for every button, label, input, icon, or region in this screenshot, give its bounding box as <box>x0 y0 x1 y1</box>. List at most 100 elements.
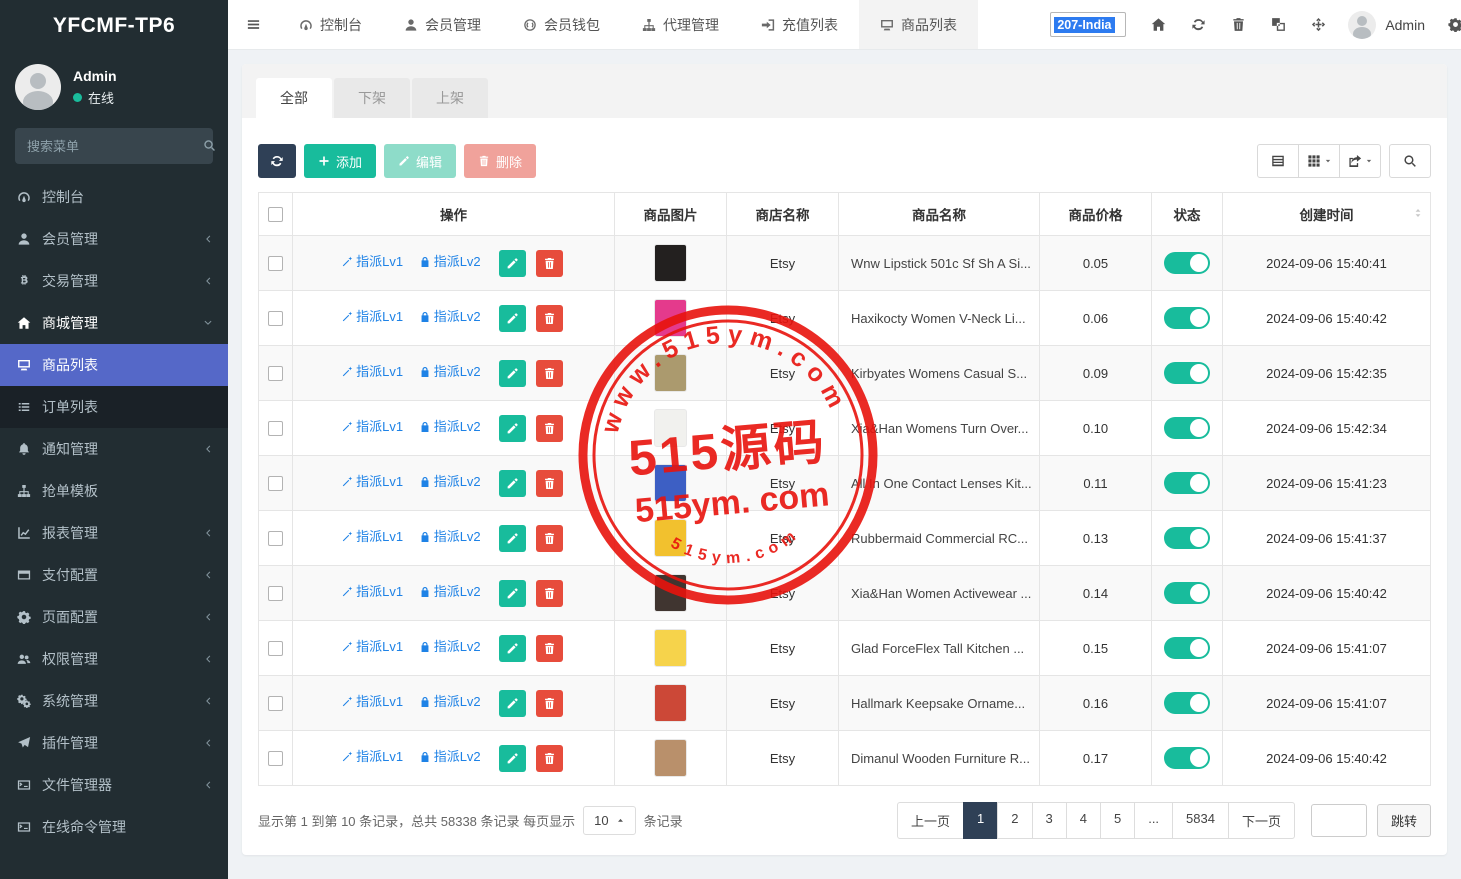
sort-icon[interactable] <box>1412 207 1424 221</box>
sidebar-item[interactable]: 支付配置 <box>0 554 228 596</box>
sidebar-item[interactable]: 在线命令管理 <box>0 806 228 848</box>
assign-lv2-link[interactable]: 指派Lv2 <box>419 749 481 764</box>
select-all-checkbox[interactable] <box>268 206 283 222</box>
page-button[interactable]: 3 <box>1031 802 1067 839</box>
jump-button[interactable]: 跳转 <box>1376 804 1431 837</box>
assign-lv2-link[interactable]: 指派Lv2 <box>419 309 481 324</box>
sidebar-item[interactable]: 文件管理器 <box>0 764 228 806</box>
sidebar-item[interactable]: 商城管理 <box>0 302 228 344</box>
columns-button[interactable] <box>1298 144 1340 178</box>
status-toggle[interactable] <box>1164 582 1210 604</box>
page-button[interactable]: ... <box>1134 802 1174 839</box>
row-delete-button[interactable] <box>535 689 563 717</box>
table-refresh-button[interactable] <box>258 144 296 178</box>
assign-lv1-link[interactable]: 指派Lv1 <box>341 529 403 544</box>
row-checkbox[interactable] <box>268 751 283 767</box>
row-edit-button[interactable] <box>499 359 527 387</box>
sidebar-item[interactable]: 通知管理 <box>0 428 228 470</box>
sidebar-item[interactable]: 交易管理 <box>0 260 228 302</box>
row-edit-button[interactable] <box>499 249 527 277</box>
assign-lv2-link[interactable]: 指派Lv2 <box>419 364 481 379</box>
row-delete-button[interactable] <box>535 304 563 332</box>
assign-lv2-link[interactable]: 指派Lv2 <box>419 529 481 544</box>
assign-lv1-link[interactable]: 指派Lv1 <box>341 584 403 599</box>
status-toggle[interactable] <box>1164 747 1210 769</box>
row-delete-button[interactable] <box>535 359 563 387</box>
fullscreen-button[interactable] <box>1298 0 1338 50</box>
sidebar-item[interactable]: 插件管理 <box>0 722 228 764</box>
detail-view-button[interactable] <box>1257 144 1299 178</box>
row-delete-button[interactable] <box>535 579 563 607</box>
row-delete-button[interactable] <box>535 469 563 497</box>
topbar-tab[interactable]: 控制台 <box>278 0 383 49</box>
row-delete-button[interactable] <box>535 524 563 552</box>
assign-lv2-link[interactable]: 指派Lv2 <box>419 254 481 269</box>
page-button[interactable]: 上一页 <box>897 802 965 839</box>
row-edit-button[interactable] <box>499 469 527 497</box>
assign-lv2-link[interactable]: 指派Lv2 <box>419 694 481 709</box>
assign-lv1-link[interactable]: 指派Lv1 <box>341 254 403 269</box>
assign-lv1-link[interactable]: 指派Lv1 <box>341 364 403 379</box>
menu-search-input[interactable] <box>27 138 203 154</box>
sidebar-item[interactable]: 订单列表 <box>0 386 228 428</box>
page-button[interactable]: 5 <box>1099 802 1136 839</box>
export-button[interactable] <box>1339 144 1381 178</box>
page-button[interactable]: 2 <box>997 802 1033 839</box>
clear-cache-button[interactable] <box>1218 0 1258 50</box>
row-checkbox[interactable] <box>268 311 283 327</box>
topbar-tab[interactable]: 商品列表 <box>859 0 978 49</box>
language-button[interactable] <box>1258 0 1298 50</box>
row-checkbox[interactable] <box>268 531 283 547</box>
page-button[interactable]: 下一页 <box>1227 802 1295 839</box>
row-edit-button[interactable] <box>499 524 527 552</box>
edit-button[interactable]: 编辑 <box>384 144 457 178</box>
row-edit-button[interactable] <box>499 744 527 772</box>
status-toggle[interactable] <box>1164 252 1210 274</box>
topbar-tab[interactable]: 会员管理 <box>383 0 502 49</box>
sidebar-item[interactable]: 控制台 <box>0 176 228 218</box>
row-checkbox[interactable] <box>268 366 283 382</box>
sidebar-item[interactable]: 页面配置 <box>0 596 228 638</box>
assign-lv2-link[interactable]: 指派Lv2 <box>419 584 481 599</box>
topbar-tab[interactable]: 代理管理 <box>621 0 740 49</box>
filter-tab[interactable]: 下架 <box>334 78 410 118</box>
row-checkbox[interactable] <box>268 476 283 492</box>
row-edit-button[interactable] <box>499 579 527 607</box>
sidebar-item[interactable]: 商品列表 <box>0 344 228 386</box>
status-toggle[interactable] <box>1164 307 1210 329</box>
row-edit-button[interactable] <box>499 634 527 662</box>
assign-lv1-link[interactable]: 指派Lv1 <box>341 474 403 489</box>
row-checkbox[interactable] <box>268 256 283 272</box>
sidebar-item[interactable]: 系统管理 <box>0 680 228 722</box>
row-checkbox[interactable] <box>268 641 283 657</box>
settings-button[interactable] <box>1435 0 1461 50</box>
page-button[interactable]: 1 <box>963 802 999 839</box>
delete-button[interactable]: 删除 <box>464 144 537 178</box>
sidebar-toggle-button[interactable] <box>228 0 278 49</box>
assign-lv1-link[interactable]: 指派Lv1 <box>341 749 403 764</box>
status-toggle[interactable] <box>1164 472 1210 494</box>
status-toggle[interactable] <box>1164 692 1210 714</box>
filter-tab[interactable]: 上架 <box>412 78 488 118</box>
sidebar-item[interactable]: 权限管理 <box>0 638 228 680</box>
jump-page-input[interactable] <box>1310 804 1367 837</box>
row-edit-button[interactable] <box>499 414 527 442</box>
page-size-select[interactable]: 10 <box>583 806 636 835</box>
refresh-button[interactable] <box>1178 0 1218 50</box>
row-delete-button[interactable] <box>535 249 563 277</box>
row-checkbox[interactable] <box>268 421 283 437</box>
filter-tab[interactable]: 全部 <box>256 78 332 118</box>
topbar-tab[interactable]: 会员钱包 <box>502 0 621 49</box>
sidebar-item[interactable]: 报表管理 <box>0 512 228 554</box>
row-edit-button[interactable] <box>499 689 527 717</box>
sidebar-item[interactable]: 抢单模板 <box>0 470 228 512</box>
row-checkbox[interactable] <box>268 696 283 712</box>
assign-lv2-link[interactable]: 指派Lv2 <box>419 419 481 434</box>
row-checkbox[interactable] <box>268 586 283 602</box>
col-created[interactable]: 创建时间 <box>1222 192 1431 236</box>
row-delete-button[interactable] <box>535 634 563 662</box>
assign-lv1-link[interactable]: 指派Lv1 <box>341 694 403 709</box>
assign-lv1-link[interactable]: 指派Lv1 <box>341 309 403 324</box>
search-toggle-button[interactable] <box>1389 144 1431 178</box>
page-button[interactable]: 5834 <box>1172 802 1229 839</box>
